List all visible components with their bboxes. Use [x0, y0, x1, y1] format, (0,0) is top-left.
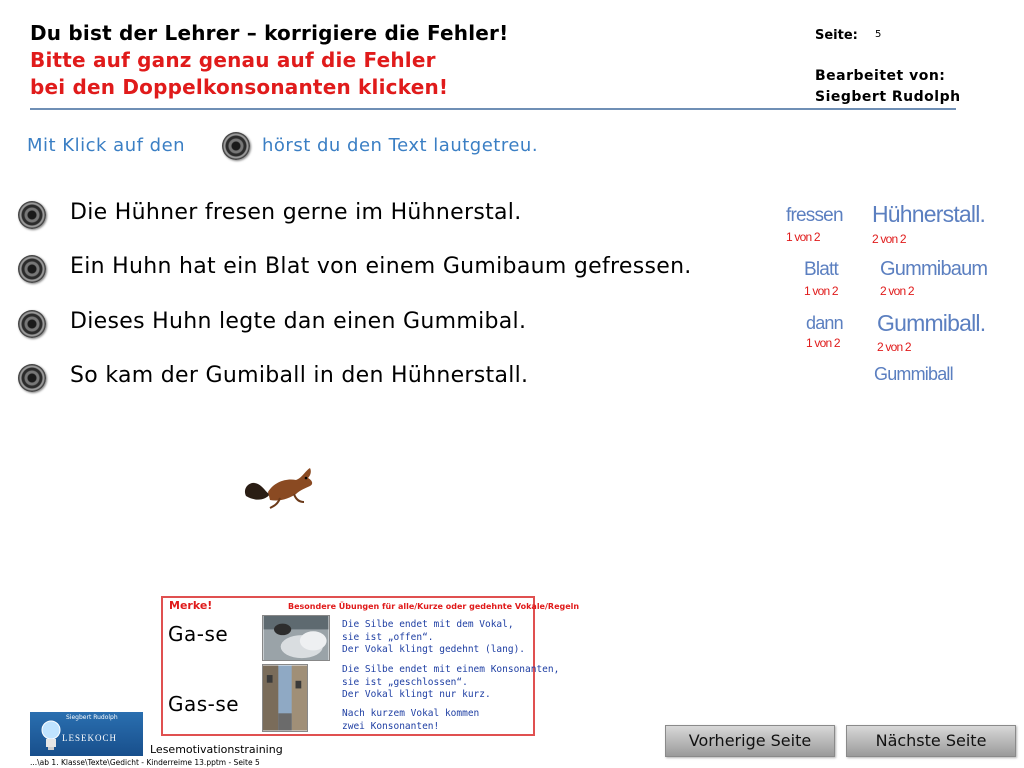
note-line: Die Silbe endet mit einem Konsonanten,: [342, 664, 560, 675]
instruction-line-1: Bitte auf ganz genau auf die Fehler: [30, 48, 436, 72]
sentence-3[interactable]: Dieses Huhn legte dan einen Gummibal.: [70, 309, 526, 334]
merke-title: Merke!: [169, 599, 213, 612]
correction-count: 2 von 2: [877, 340, 912, 354]
alley-photo: [262, 664, 308, 732]
squirrel-image: [244, 468, 313, 509]
correction-word-gummiball-dot[interactable]: Gummiball.: [877, 310, 986, 337]
word-gase: Ga-se: [168, 622, 229, 646]
exhaust-photo: [262, 615, 330, 661]
speaker-icon[interactable]: [18, 310, 46, 338]
correction-count: 1 von 2: [806, 336, 841, 350]
speaker-icon[interactable]: [18, 255, 46, 283]
correction-count: 1 von 2: [786, 230, 821, 244]
editor-name: Siegbert Rudolph: [815, 89, 961, 105]
correction-word-fressen[interactable]: fressen: [786, 205, 844, 227]
sentence-2[interactable]: Ein Huhn hat ein Blat von einem Gumibaum…: [70, 254, 692, 279]
note-closed-syllable: Die Silbe endet mit einem Konsonanten, s…: [342, 664, 559, 702]
note-double-consonant: Nach kurzem Vokal kommen zwei Konsonante…: [342, 708, 479, 733]
correction-word-dann[interactable]: dann: [806, 313, 844, 334]
word-gasse: Gas-se: [168, 692, 240, 716]
correction-word-blatt[interactable]: Blatt: [804, 259, 839, 281]
speaker-icon: [222, 132, 250, 160]
note-line: sie ist „offen“.: [342, 631, 434, 643]
logo-word: LESEKOCH: [62, 733, 117, 743]
correction-word-gummiball[interactable]: Gummiball: [874, 364, 954, 385]
note-open-syllable: Die Silbe endet mit dem Vokal, sie ist „…: [342, 619, 525, 657]
correction-word-huehnerstall[interactable]: Hühnerstall.: [872, 201, 986, 228]
header-divider: [30, 108, 956, 110]
logo-name: Siegbert Rudolph: [66, 714, 118, 721]
correction-count: 1 von 2: [804, 284, 839, 298]
correction-count: 2 von 2: [872, 232, 907, 246]
note-line: Der Vokal klingt gedehnt (lang).: [342, 644, 526, 655]
page-number: 5: [875, 29, 882, 40]
edited-label: Bearbeitet von:: [815, 68, 946, 84]
speaker-icon[interactable]: [18, 201, 46, 229]
correction-word-gummibaum[interactable]: Gummibaum: [880, 258, 988, 281]
sentence-4[interactable]: So kam der Gumiball in den Hühnerstall.: [70, 363, 528, 388]
note-line: Der Vokal klingt nur kurz.: [342, 689, 491, 700]
editor-info: Bearbeitet von: Siegbert Rudolph: [815, 66, 961, 108]
previous-page-button[interactable]: Vorherige Seite: [665, 725, 835, 757]
merke-subtitle: Besondere Übungen für alle/Kurze oder ge…: [288, 602, 580, 611]
sentence-1[interactable]: Die Hühner fresen gerne im Hühnerstal.: [70, 200, 522, 225]
note-line: sie ist „geschlossen“.: [342, 676, 468, 688]
next-page-button[interactable]: Nächste Seite: [846, 725, 1016, 757]
instruction-line-2: bei den Doppelkonsonanten klicken!: [30, 75, 449, 99]
hint-text-after: hörst du den Text lautgetreu.: [262, 135, 539, 156]
footer-title: Lesemotivationstraining: [150, 743, 283, 756]
note-line: Nach kurzem Vokal kommen: [342, 708, 480, 719]
speaker-icon[interactable]: [18, 364, 46, 392]
note-line: Die Silbe endet mit dem Vokal,: [342, 619, 514, 630]
hint-text-before: Mit Klick auf den: [27, 135, 186, 156]
page-title: Du bist der Lehrer – korrigiere die Fehl…: [30, 20, 508, 101]
correction-count: 2 von 2: [880, 284, 915, 298]
footer-file-path: ...\ab 1. Klasse\Texte\Gedicht - Kinderr…: [30, 758, 260, 767]
note-line: zwei Konsonanten!: [342, 720, 440, 732]
lightbulb-icon: [41, 720, 61, 750]
page-label: Seite:: [815, 28, 858, 43]
title-line: Du bist der Lehrer – korrigiere die Fehl…: [30, 21, 509, 45]
